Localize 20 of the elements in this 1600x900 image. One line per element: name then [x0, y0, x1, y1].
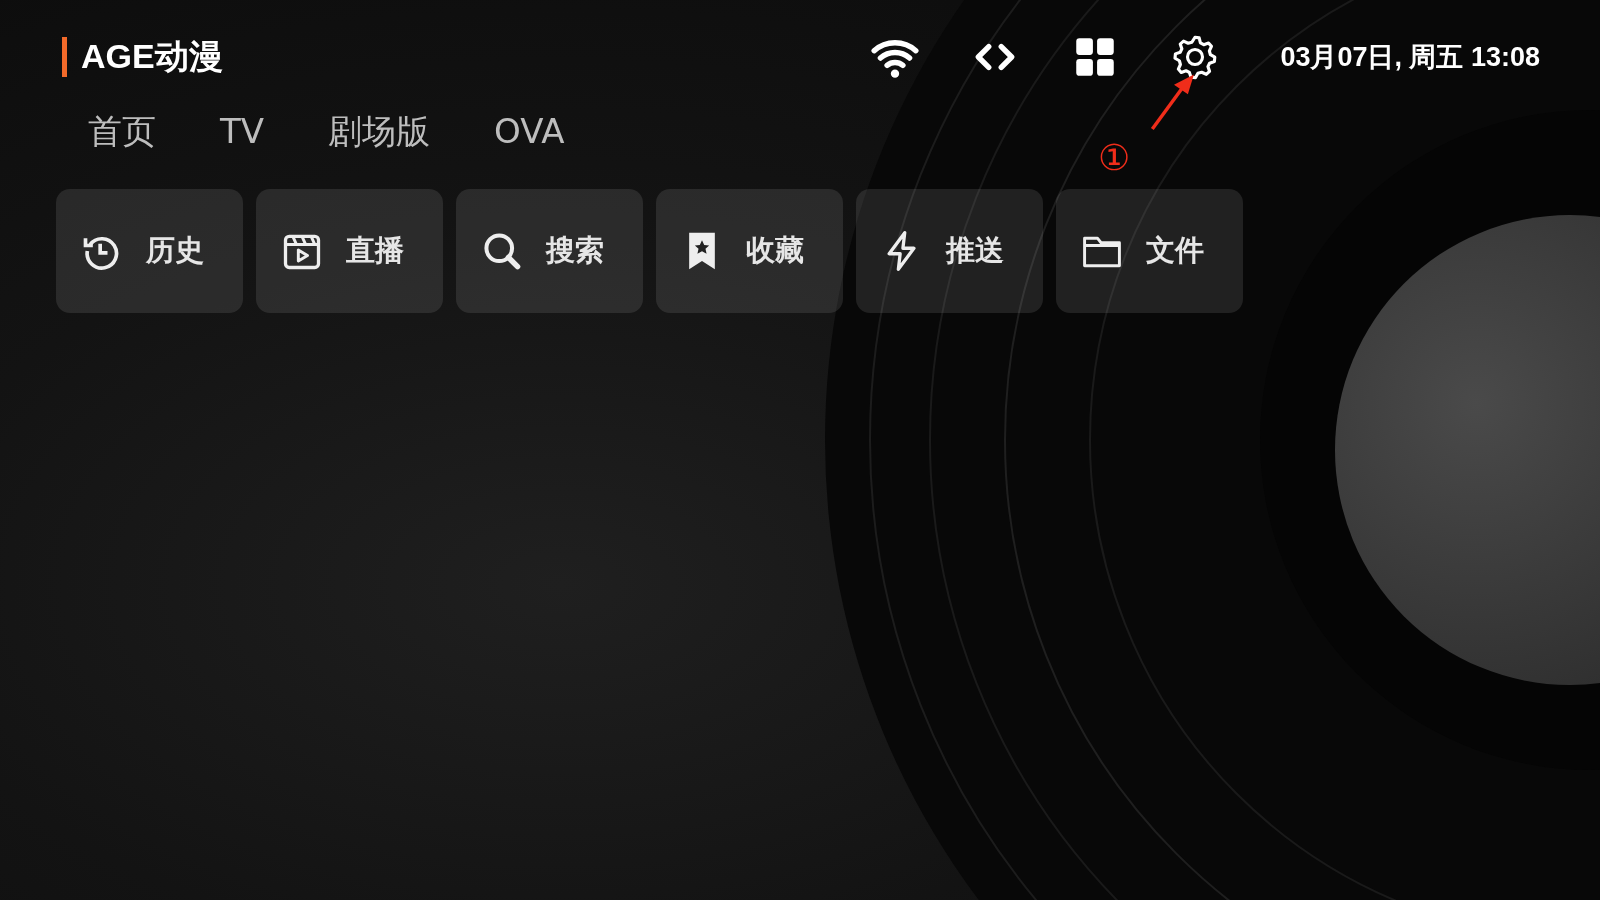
tile-label: 收藏	[746, 232, 804, 269]
shortcut-tile[interactable]: 文件	[1056, 189, 1243, 313]
shortcut-tile[interactable]: 搜索	[456, 189, 643, 313]
nav-tab[interactable]: 首页	[88, 108, 156, 154]
nav-tab[interactable]: OVA	[494, 108, 565, 154]
shortcut-tile[interactable]: 直播	[256, 189, 443, 313]
tile-label: 搜索	[546, 232, 604, 269]
date-time: 03月07日, 周五 13:08	[1280, 41, 1540, 74]
tile-label: 历史	[146, 232, 204, 269]
nav-tab[interactable]: TV	[220, 108, 265, 154]
app-title: AGE动漫	[81, 36, 223, 77]
nav-tab[interactable]: 剧场版	[328, 108, 431, 154]
shortcut-tile[interactable]: 推送	[856, 189, 1043, 313]
tile-label: 推送	[946, 232, 1004, 269]
shortcut-tile[interactable]: 历史	[56, 189, 243, 313]
tile-label: 直播	[346, 232, 404, 269]
title-accent-bar	[62, 37, 67, 77]
tile-label: 文件	[1146, 232, 1204, 269]
annotation-number: ①	[1098, 138, 1131, 178]
shortcut-tile[interactable]: 收藏	[656, 189, 843, 313]
